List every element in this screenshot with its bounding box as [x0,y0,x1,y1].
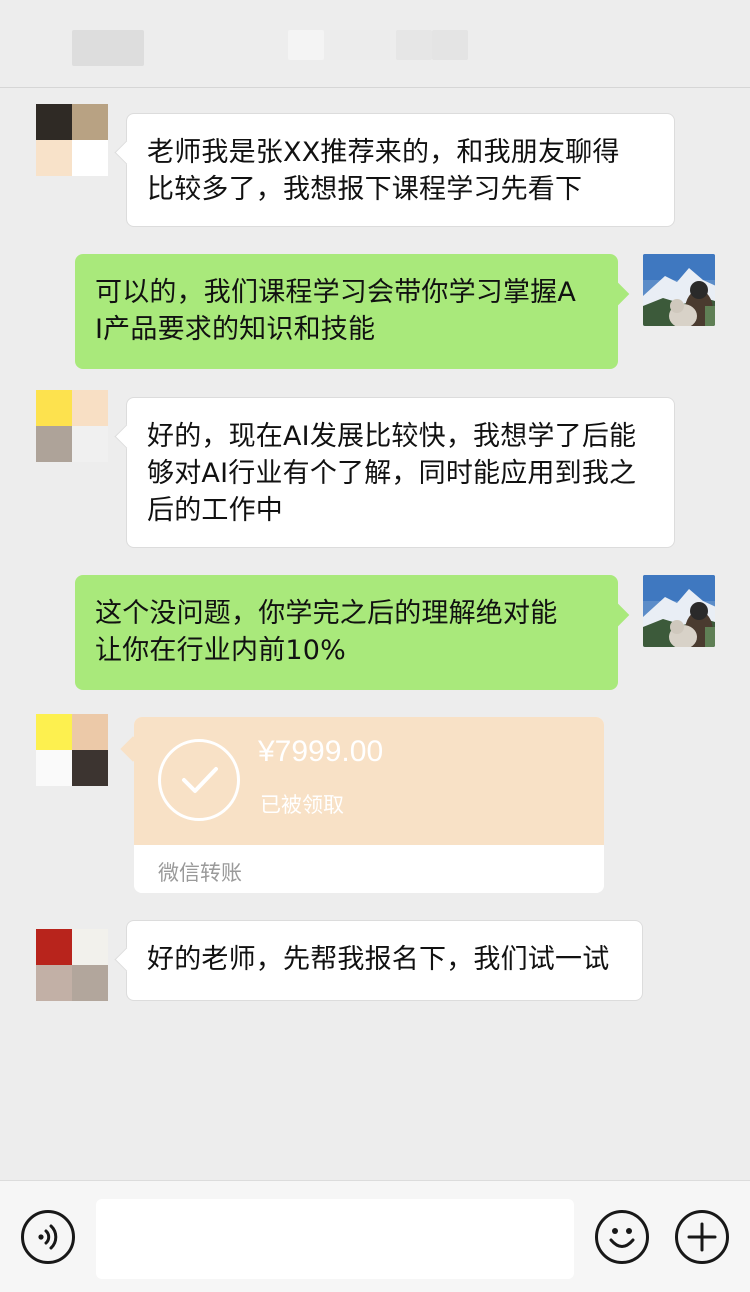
transfer-label: 微信转账 [158,861,242,885]
input-bar [0,1180,750,1292]
emoji-icon[interactable] [595,1210,649,1264]
plus-icon[interactable] [675,1210,729,1264]
contact-avatar[interactable] [36,390,108,462]
chat-header [0,0,750,88]
title-blurred [288,30,324,60]
back-area-blurred[interactable] [72,30,144,66]
user-avatar[interactable] [643,254,715,326]
contact-avatar[interactable] [36,929,108,1001]
transfer-card[interactable]: ¥7999.00 已被领取 微信转账 [134,717,604,893]
message-bubble-sent[interactable]: 可以的，我们课程学习会带你学习掌握A I产品要求的知识和技能 [75,254,618,369]
user-avatar[interactable] [643,575,715,647]
message-input[interactable] [96,1199,574,1279]
message-bubble-received[interactable]: 好的，现在AI发展比较快，我想学了后能 够对AI行业有个了解，同时能应用到我之 … [126,397,675,548]
title-blurred [330,30,390,60]
title-blurred [396,30,432,60]
transfer-card-top: ¥7999.00 已被领取 [134,717,604,845]
message-bubble-received[interactable]: 老师我是张XX推荐来的，和我朋友聊得 比较多了，我想报下课程学习先看下 [126,113,675,227]
avatar-photo-icon [643,575,715,647]
contact-avatar[interactable] [36,104,108,176]
transfer-amount: ¥7999.00 [258,735,384,768]
avatar-photo-icon [643,254,715,326]
voice-icon[interactable] [21,1210,75,1264]
message-bubble-received[interactable]: 好的老师，先帮我报名下，我们试一试 [126,920,643,1001]
message-bubble-sent[interactable]: 这个没问题，你学完之后的理解绝对能 让你在行业内前10% [75,575,618,690]
title-blurred [432,30,468,60]
contact-avatar[interactable] [36,714,108,786]
transfer-status: 已被领取 [260,793,344,817]
check-circle-icon [158,739,240,821]
transfer-card-footer: 微信转账 [134,845,604,893]
